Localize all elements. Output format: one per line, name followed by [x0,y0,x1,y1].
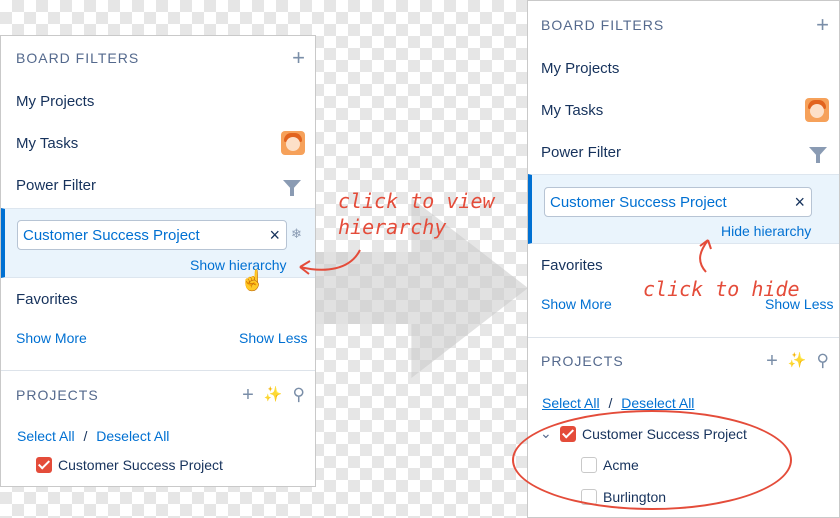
magic-wand-icon[interactable]: ✨ [788,352,807,370]
project-item[interactable]: Customer Success Project [36,457,223,473]
projects-title: PROJECTS [541,353,624,369]
search-icon[interactable]: ⚲ [293,386,305,404]
select-links: Select All / Deselect All [542,395,694,411]
close-icon[interactable]: × [269,225,280,246]
board-filters-title: BOARD FILTERS [16,50,140,66]
filter-my-tasks[interactable]: My Tasks [541,98,829,122]
select-all-link[interactable]: Select All [542,395,600,411]
filter-label: Favorites [541,256,603,274]
filter-power-filter[interactable]: Power Filter [541,140,829,164]
filter-power-filter[interactable]: Power Filter [16,173,305,197]
selected-filter-row: Customer Success Project × ❄ Show hierar… [1,208,315,278]
filter-label: My Projects [541,59,620,77]
annotation-line: click to view [338,189,495,213]
magic-wand-icon[interactable]: ✨ [264,386,283,404]
selected-filter-row: Customer Success Project × Hide hierarch… [528,174,839,244]
checkbox-checked[interactable] [36,457,52,473]
show-more-link[interactable]: Show More [541,296,612,312]
filter-my-tasks[interactable]: My Tasks [16,131,305,155]
annotation-arrow-left [299,249,361,275]
show-less-link[interactable]: Show Less [239,330,307,346]
show-hierarchy-link[interactable]: Show hierarchy [190,257,287,273]
projects-actions: + ✨ ⚲ [766,351,829,371]
hide-hierarchy-link[interactable]: Hide hierarchy [721,223,811,239]
hand-cursor-icon: ☝ [240,270,265,292]
add-icon[interactable]: + [766,351,778,371]
board-filters-header: BOARD FILTERS + [541,13,829,37]
board-filters-title: BOARD FILTERS [541,17,665,33]
highlight-oval [512,410,792,510]
separator: / [83,428,88,444]
avatar [805,98,829,122]
add-icon[interactable]: + [292,47,305,69]
add-icon[interactable]: + [816,14,829,36]
divider [528,337,839,338]
avatar [281,131,305,155]
projects-header: PROJECTS + ✨ ⚲ [16,383,305,407]
add-icon[interactable]: + [242,385,254,405]
filter-label: Power Filter [16,176,97,194]
filter-label: My Tasks [16,134,79,152]
funnel-icon[interactable] [809,147,827,163]
filter-chip-label: Customer Success Project [23,226,200,244]
filter-label: Power Filter [541,143,622,161]
annotation-line: hierarchy [338,215,447,239]
deselect-all-link[interactable]: Deselect All [96,428,169,444]
filter-my-projects[interactable]: My Projects [541,56,829,80]
select-all-link[interactable]: Select All [17,428,75,444]
filter-chip[interactable]: Customer Success Project × [544,187,812,217]
funnel-icon[interactable] [283,180,301,196]
projects-actions: + ✨ ⚲ [242,385,305,405]
filter-label: Favorites [16,290,78,308]
divider [1,370,315,371]
project-label: Customer Success Project [58,457,223,473]
projects-header: PROJECTS + ✨ ⚲ [541,349,829,373]
filter-chip-label: Customer Success Project [550,193,727,211]
filter-favorites[interactable]: Favorites [541,253,829,277]
annotation-arrow-right [699,239,712,273]
annotation-hide: click to hide [643,276,800,302]
board-filters-header: BOARD FILTERS + [16,46,305,70]
annotation-view-hierarchy: click to view hierarchy [338,188,495,240]
projects-title: PROJECTS [16,387,99,403]
filter-label: My Projects [16,92,95,110]
deselect-all-link[interactable]: Deselect All [621,395,694,411]
board-filters-panel-before: BOARD FILTERS + My Projects My Tasks Pow… [0,35,316,487]
filter-chip[interactable]: Customer Success Project × [17,220,287,250]
filter-label: My Tasks [541,101,604,119]
select-links: Select All / Deselect All [17,428,169,444]
close-icon[interactable]: × [794,192,805,213]
annotation-line: click to hide [643,277,800,301]
filter-my-projects[interactable]: My Projects [16,89,305,113]
show-more-link[interactable]: Show More [16,330,87,346]
separator: / [608,395,613,411]
gear-icon[interactable]: ❄ [291,226,302,242]
search-icon[interactable]: ⚲ [817,352,829,370]
